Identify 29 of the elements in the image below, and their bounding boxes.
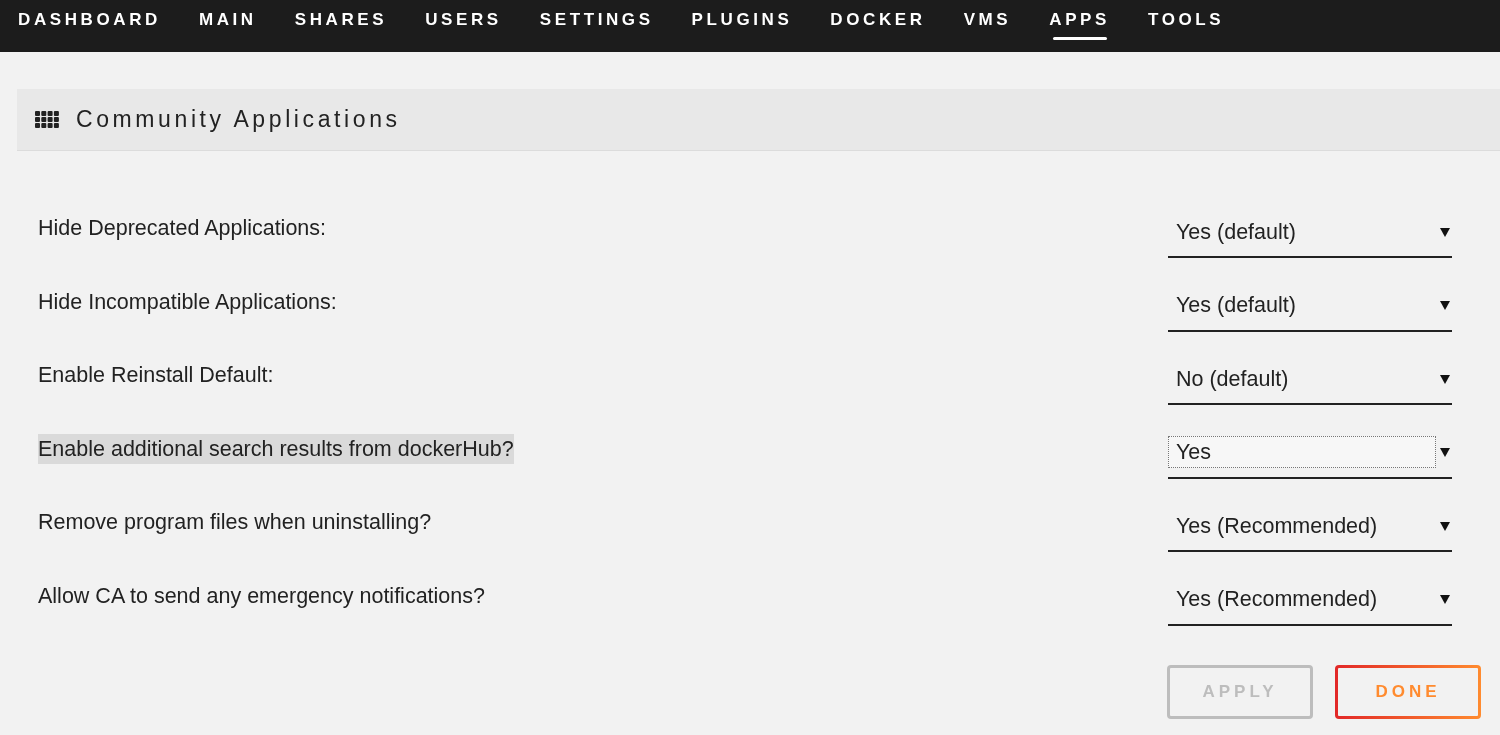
nav-tab[interactable]: SHARES [294, 0, 388, 42]
nav-tab[interactable]: APPS [1049, 0, 1110, 42]
dropdown[interactable]: No (default) [1168, 360, 1452, 406]
dropdown[interactable]: Yes (Recommended) [1168, 507, 1452, 553]
caret-icon [1440, 594, 1450, 605]
caret-icon [1440, 447, 1450, 458]
dropdown[interactable]: Yes (default) [1168, 286, 1452, 332]
nav-tab[interactable]: VMS [963, 0, 1012, 42]
grid-icon [35, 111, 59, 128]
section-title: Community Applications [76, 106, 401, 133]
setting-label: Enable Reinstall Default: [38, 362, 274, 390]
setting-label: Hide Deprecated Applications: [38, 215, 327, 242]
nav-tab[interactable]: MAIN [198, 0, 257, 42]
nav-tab[interactable]: DOCKER [830, 0, 926, 42]
nav-tab[interactable]: DASHBOARD [18, 0, 161, 42]
setting-label: Allow CA to send any emergency notifications? [38, 582, 485, 610]
caret-icon [1440, 520, 1450, 531]
caret-icon [1440, 373, 1450, 384]
nav-tab[interactable]: PLUGINS [691, 0, 793, 42]
dropdown[interactable]: Yes (default) [1168, 213, 1452, 258]
nav-tab[interactable]: TOOLS [1148, 0, 1225, 42]
nav-tab[interactable]: SETTINGS [539, 0, 654, 42]
dropdown[interactable]: Yes (Recommended) [1168, 580, 1452, 626]
setting-label: Remove program files when uninstalling? [38, 509, 432, 537]
caret-icon [1440, 300, 1450, 311]
setting-label: Enable additional search results from dockerHub? [38, 433, 514, 464]
setting-label: Hide Incompatible Applications: [38, 288, 337, 316]
nav-tab[interactable]: USERS [425, 0, 502, 42]
caret-icon [1440, 226, 1450, 237]
